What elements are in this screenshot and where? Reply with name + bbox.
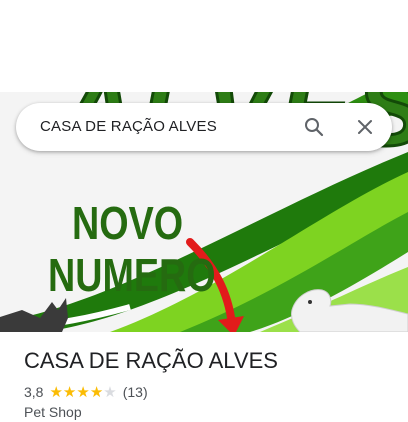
rating-value: 3,8 <box>24 384 44 400</box>
hero-promo-line-1: NOVO <box>72 197 184 249</box>
hero-promo-line-2: NUMERO <box>48 249 216 301</box>
search-icon[interactable] <box>302 115 326 139</box>
star-icon-empty: ★ <box>103 383 117 401</box>
place-category: Pet Shop <box>24 404 82 420</box>
rating-row[interactable]: 3,8 ★ ★ ★ ★ ★ (13) <box>24 383 148 401</box>
review-count[interactable]: (13) <box>123 384 148 400</box>
search-query-text[interactable]: CASA DE RAÇÃO ALVES <box>40 118 217 135</box>
white-dog-eye <box>308 300 312 304</box>
star-icon-full: ★ <box>76 383 90 401</box>
star-icon-full: ★ <box>89 383 104 401</box>
close-icon[interactable] <box>353 115 377 139</box>
star-icon-full: ★ <box>49 383 63 401</box>
search-bar[interactable]: CASA DE RAÇÃO ALVES <box>16 103 392 151</box>
star-icon-full: ★ <box>62 383 77 401</box>
star-rating: ★ ★ ★ ★ ★ <box>49 385 116 400</box>
place-title: CASA DE RAÇÃO ALVES <box>24 348 278 373</box>
